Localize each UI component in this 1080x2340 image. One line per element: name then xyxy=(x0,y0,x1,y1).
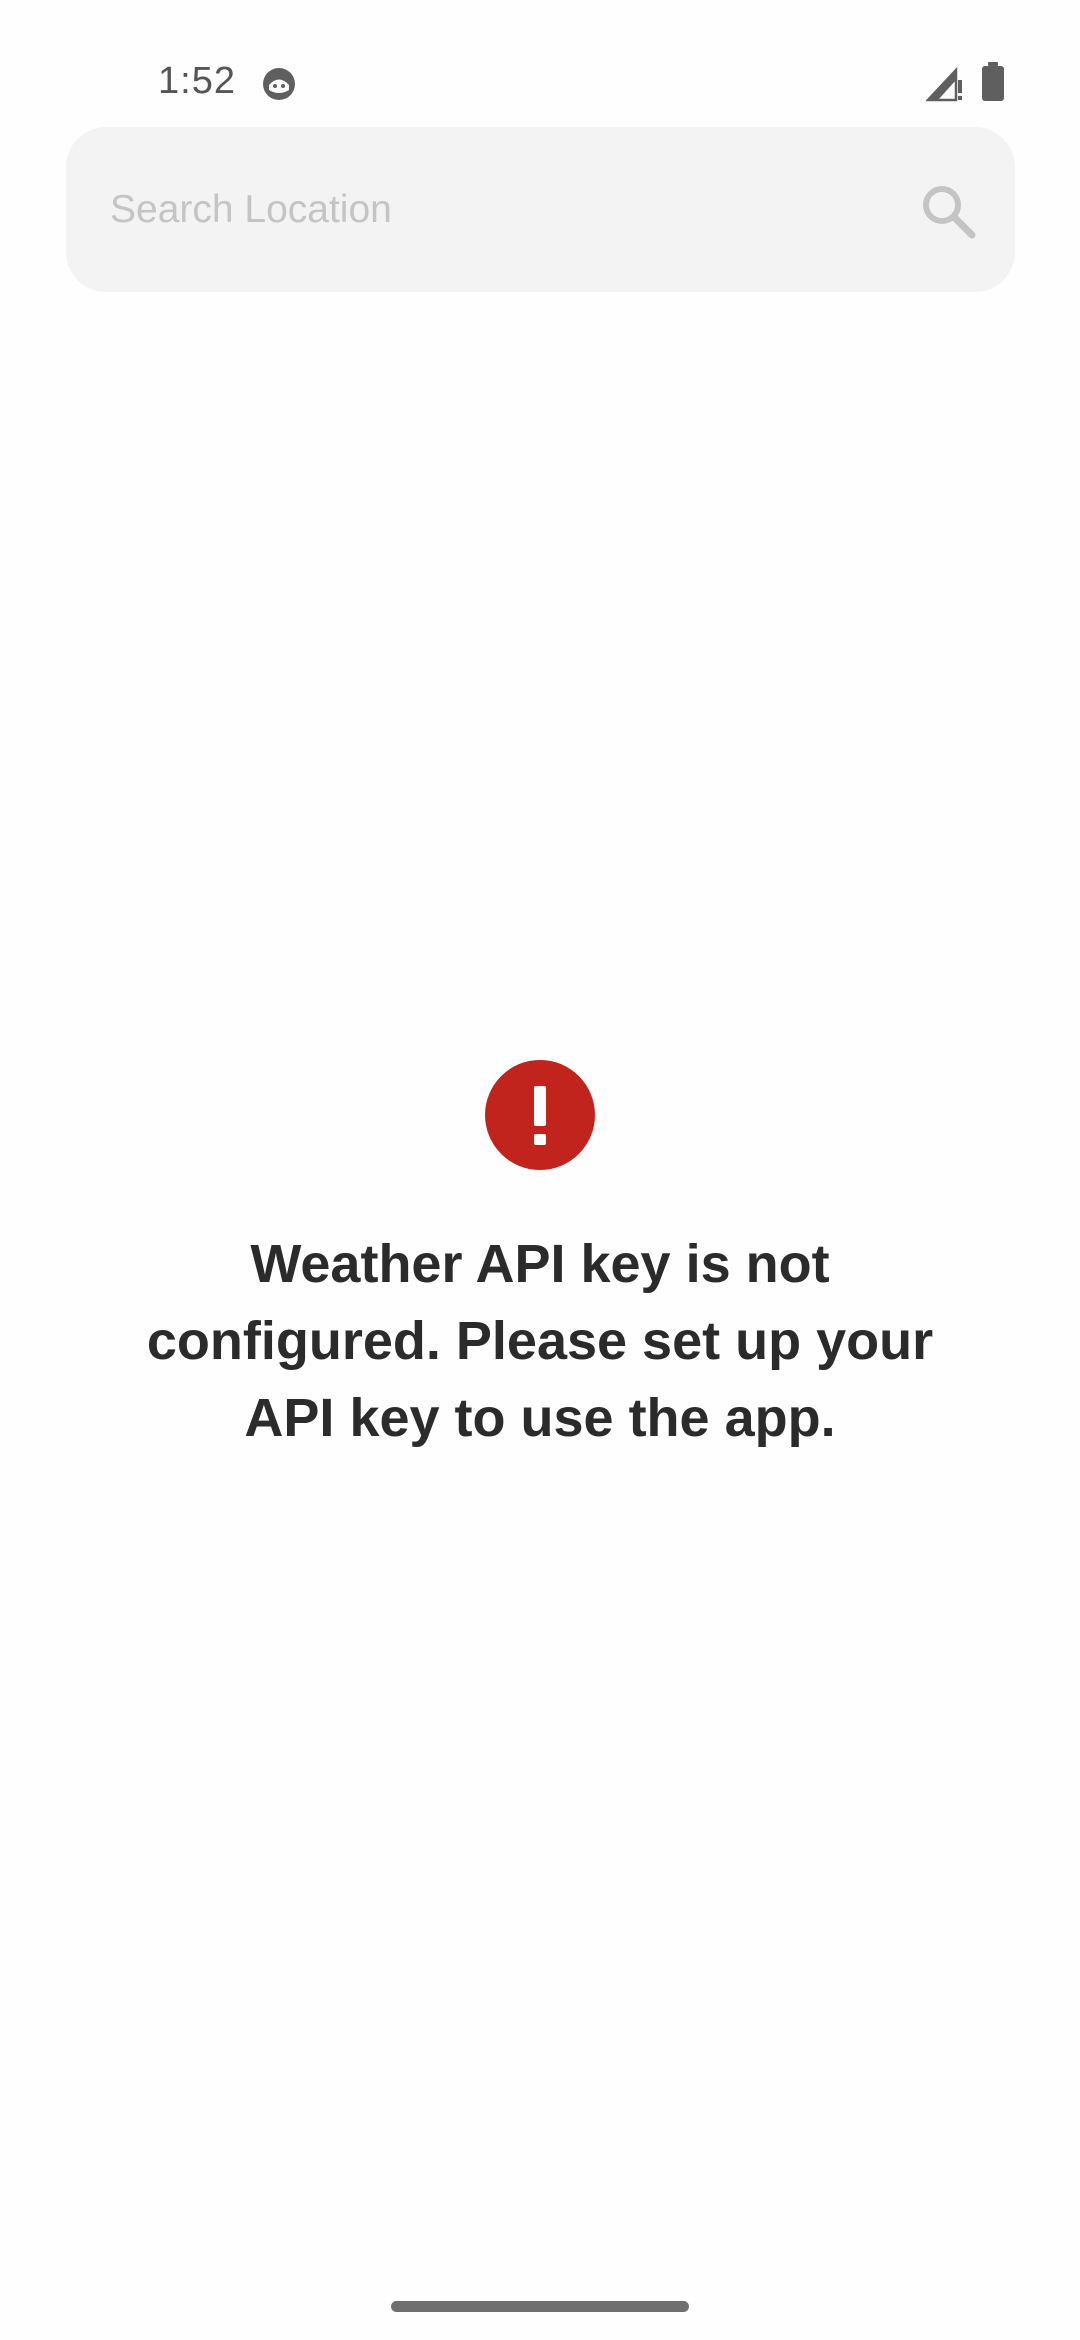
battery-full-icon xyxy=(982,62,1004,101)
search-location-input[interactable] xyxy=(110,177,870,243)
status-time: 1:52 xyxy=(158,60,236,102)
home-indicator[interactable] xyxy=(391,2301,689,2312)
error-message: Weather API key is not configured. Pleas… xyxy=(146,1234,934,1448)
app-screen: 1:52 Weather API key is not co xyxy=(0,0,1080,2340)
signal-no-data-icon xyxy=(926,66,962,102)
status-bar: 1:52 xyxy=(0,0,1080,120)
search-icon[interactable] xyxy=(918,181,978,241)
search-bar[interactable] xyxy=(66,127,1015,292)
error-alert-icon xyxy=(485,1060,595,1170)
android-debug-icon xyxy=(263,68,295,100)
